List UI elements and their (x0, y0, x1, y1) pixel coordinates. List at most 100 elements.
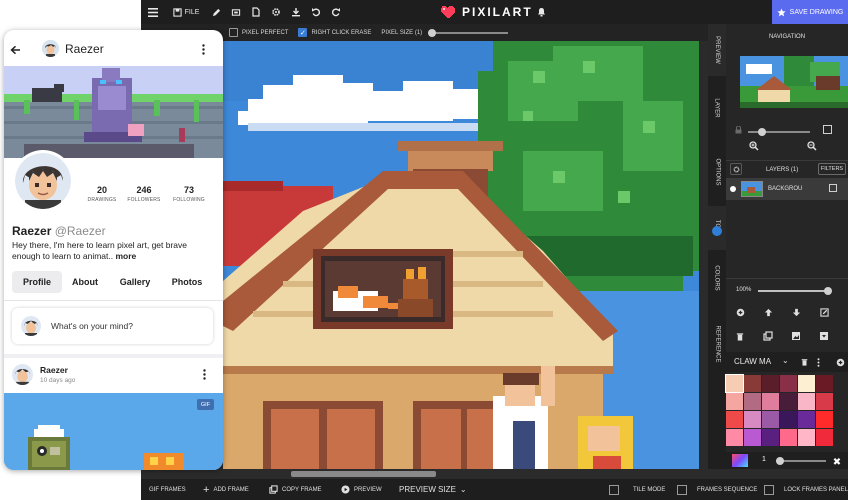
brush-size-slider-knob[interactable] (776, 457, 784, 465)
merge-layer-icon[interactable] (818, 330, 830, 342)
zoom-in-icon[interactable] (748, 140, 760, 152)
add-frame-button[interactable]: + ADD FRAME (203, 479, 249, 500)
palette-swatch[interactable] (816, 393, 833, 410)
frames-sequence-checkbox[interactable] (677, 484, 687, 495)
layer-name[interactable]: BACKGROU (768, 186, 802, 192)
opacity-slider-knob[interactable] (824, 287, 832, 295)
palette-swatch[interactable] (816, 411, 833, 428)
stat-followers[interactable]: 246 FOLLOWERS (122, 185, 166, 203)
pixel-perfect-checkbox[interactable] (229, 28, 238, 37)
drawing-canvas[interactable] (223, 41, 699, 469)
palette-swatch[interactable] (726, 429, 743, 446)
palette-swatch[interactable] (762, 411, 779, 428)
pixilart-logo[interactable]: PIXILART (441, 0, 533, 24)
tab-preview[interactable]: PREVIEW (708, 24, 726, 76)
brush-dropdown-chevron-icon[interactable]: ⌄ (782, 356, 789, 365)
copy-frame-button[interactable]: COPY FRAME (269, 479, 322, 500)
palette-swatch[interactable] (798, 393, 815, 410)
tile-mode-toggle[interactable]: TILE MODE (609, 479, 665, 500)
tab-layer[interactable]: LAYER (708, 78, 726, 138)
post-image[interactable]: GIF (4, 393, 223, 470)
right-click-erase-toggle[interactable]: ✓ RIGHT CLICK ERASE (298, 28, 371, 37)
palette-swatch[interactable] (744, 411, 761, 428)
tab-about[interactable]: About (64, 271, 106, 293)
palette-swatch[interactable] (780, 393, 797, 410)
palette-swatch[interactable] (726, 411, 743, 428)
palette-swatch[interactable] (762, 393, 779, 410)
fit-checkbox[interactable] (823, 125, 832, 134)
add-layer-icon[interactable] (734, 306, 746, 318)
palette-swatch[interactable] (780, 411, 797, 428)
file-menu-button[interactable]: FILE (169, 0, 203, 24)
palette-swatch[interactable] (725, 374, 744, 393)
post-author-name[interactable]: Raezer (40, 365, 68, 375)
duplicate-layer-icon[interactable] (762, 330, 774, 342)
palette-swatch[interactable] (780, 375, 797, 392)
brush-menu-icon[interactable] (812, 356, 824, 368)
move-layer-down-icon[interactable] (790, 306, 802, 318)
stat-following[interactable]: 73 FOLLOWING (168, 185, 210, 203)
tab-colors[interactable]: COLORS (708, 250, 726, 306)
palette-swatch[interactable] (798, 375, 815, 392)
post-author-avatar[interactable] (12, 364, 33, 385)
layer-settings-button[interactable] (730, 163, 742, 175)
zoom-slider[interactable] (748, 128, 810, 136)
brush-delete-icon[interactable] (798, 356, 810, 368)
palette-swatch[interactable] (816, 429, 833, 446)
brush-name[interactable]: CLAW MA (734, 357, 771, 366)
color-picker-swatch[interactable] (732, 454, 748, 467)
zoom-out-icon[interactable] (806, 140, 818, 152)
undo-icon[interactable] (309, 0, 323, 24)
palette-swatch[interactable] (762, 375, 779, 392)
stat-drawings[interactable]: 20 DRAWINGS (82, 185, 122, 203)
palette-swatch[interactable] (744, 393, 761, 410)
header-avatar[interactable] (42, 40, 59, 57)
hamburger-menu-icon[interactable] (145, 0, 161, 24)
opacity-slider[interactable] (758, 287, 832, 295)
zoom-slider-knob[interactable] (758, 128, 766, 136)
bio-more-link[interactable]: more (116, 251, 137, 261)
header-more-options-icon[interactable] (202, 42, 210, 55)
brush-add-icon[interactable] (834, 356, 846, 368)
profile-avatar[interactable] (12, 150, 74, 212)
new-page-icon[interactable] (249, 0, 263, 24)
post-more-options-icon[interactable] (203, 367, 209, 380)
palette-swatch[interactable] (744, 429, 761, 446)
back-arrow-icon[interactable] (10, 42, 22, 55)
notifications-bell-icon[interactable] (534, 0, 548, 24)
layer-visible-icon[interactable] (730, 186, 736, 192)
layer-image-icon[interactable] (790, 330, 802, 342)
pencil-tool-icon[interactable] (209, 0, 223, 24)
palette-swatch[interactable] (816, 375, 833, 392)
tab-photos[interactable]: Photos (164, 271, 210, 293)
download-icon[interactable] (289, 0, 303, 24)
palette-swatch[interactable] (762, 429, 779, 446)
tab-profile[interactable]: Profile (12, 271, 62, 293)
close-panel-icon[interactable]: ✖ (830, 456, 844, 468)
tile-mode-checkbox[interactable] (609, 484, 619, 495)
palette-swatch[interactable] (726, 393, 743, 410)
layer-row-background[interactable]: BACKGROU (726, 178, 848, 200)
save-drawing-button[interactable]: SAVE DRAWING (772, 0, 848, 24)
right-click-erase-checkbox[interactable]: ✓ (298, 28, 308, 37)
lock-frames-panel-checkbox[interactable] (764, 484, 774, 495)
tab-options[interactable]: OPTIONS (708, 140, 726, 204)
lock-frames-panel-toggle[interactable]: LOCK FRAMES PANEL (764, 479, 848, 500)
preview-size-dropdown[interactable]: PREVIEW SIZE ⌄ (399, 479, 467, 500)
preview-button[interactable]: PREVIEW (341, 479, 382, 500)
frames-sequence-toggle[interactable]: FRAMES SEQUENCE (677, 479, 757, 500)
pixel-size-slider[interactable] (428, 28, 509, 37)
lock-icon[interactable] (732, 124, 744, 136)
pixel-size-slider-knob[interactable] (428, 28, 437, 37)
pixel-perfect-toggle[interactable]: PIXEL PERFECT (229, 28, 288, 37)
palette-swatch[interactable] (798, 411, 815, 428)
navigation-preview[interactable] (740, 56, 848, 108)
tab-reference[interactable]: REFERENCE (708, 308, 726, 380)
delete-layer-icon[interactable] (734, 330, 746, 342)
resize-canvas-icon[interactable] (229, 0, 243, 24)
tab-gallery[interactable]: Gallery (110, 271, 160, 293)
layer-select-checkbox[interactable] (829, 184, 837, 192)
settings-gear-icon[interactable] (269, 0, 283, 24)
canvas-horizontal-scrollbar[interactable] (141, 469, 708, 479)
palette-swatch[interactable] (780, 429, 797, 446)
